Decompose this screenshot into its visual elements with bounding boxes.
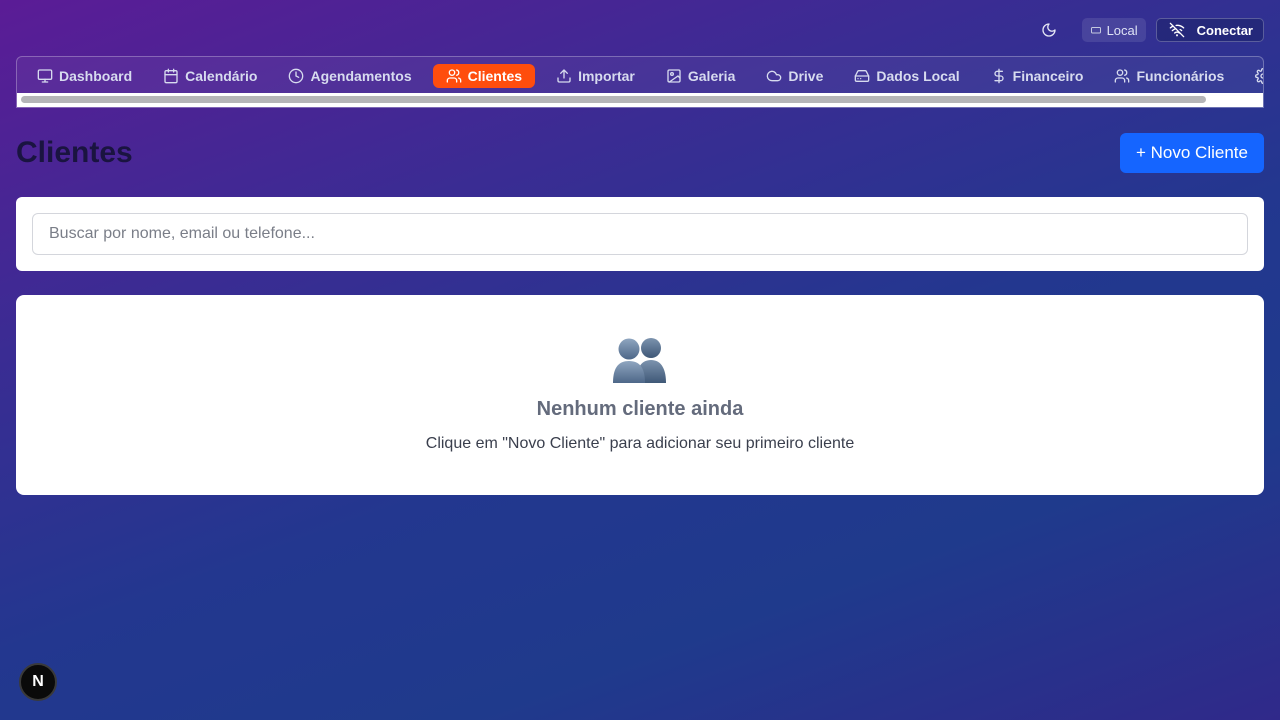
empty-state-title: Nenhum cliente ainda — [536, 398, 744, 420]
nav-item-clientes[interactable]: Clientes — [432, 64, 536, 88]
nav-item-agendamentos[interactable]: Agendamentos — [278, 64, 421, 88]
local-mode-badge[interactable]: Local — [1081, 18, 1146, 42]
nav-bar: Dashboard Calendário Agendamentos Client… — [17, 57, 1263, 95]
upload-icon — [557, 69, 571, 83]
connect-label: Conectar — [1196, 22, 1253, 38]
nav-item-drive[interactable]: Drive — [756, 64, 833, 88]
calendar-icon — [164, 68, 178, 84]
hard-drive-icon — [855, 70, 870, 82]
theme-toggle-button[interactable] — [1038, 19, 1060, 41]
dev-tools-badge[interactable]: N — [19, 663, 57, 701]
monitor-icon — [37, 69, 53, 83]
nav-label: Importar — [578, 68, 635, 84]
users-icon — [1115, 69, 1130, 83]
nav-scrollbar[interactable] — [17, 93, 1263, 107]
gear-icon — [1255, 68, 1263, 84]
search-input[interactable] — [32, 213, 1248, 255]
nav-item-importar[interactable]: Importar — [546, 64, 645, 88]
nav-label: Drive — [788, 68, 824, 84]
nav-item-configuracoes[interactable]: C — [1245, 64, 1263, 88]
nav-item-funcionarios[interactable]: Funcionários — [1104, 64, 1234, 88]
nav-label: Funcionários — [1136, 68, 1225, 84]
local-mode-label: Local — [1106, 22, 1138, 38]
nav-item-galeria[interactable]: Galeria — [656, 64, 745, 88]
nav-item-dashboard[interactable]: Dashboard — [27, 64, 142, 88]
new-client-button[interactable]: + Novo Cliente — [1120, 133, 1264, 173]
top-bar: Local Conectar — [1038, 18, 1264, 42]
users-icon — [610, 335, 670, 388]
nav-item-calendario[interactable]: Calendário — [153, 64, 267, 88]
nav-scrollbar-thumb[interactable] — [21, 96, 1206, 103]
nav-label: Galeria — [687, 68, 736, 84]
page-title: Clientes — [16, 136, 133, 169]
cloud-icon — [767, 70, 782, 82]
nav-item-financeiro[interactable]: Financeiro — [981, 64, 1094, 88]
nav-label: Dados Local — [876, 68, 960, 84]
empty-state-card: Nenhum cliente ainda Clique em "Novo Cli… — [16, 295, 1264, 495]
nav-label: Agendamentos — [310, 68, 412, 84]
image-icon — [667, 69, 681, 83]
nav-label: Calendário — [185, 68, 258, 84]
empty-state-subtitle: Clique em "Novo Cliente" para adicionar … — [425, 435, 855, 452]
connect-button[interactable]: Conectar — [1155, 18, 1264, 42]
wifi-off-icon — [1169, 22, 1184, 38]
hard-drive-icon — [1090, 27, 1101, 34]
nav-label: Financeiro — [1012, 68, 1084, 84]
nav-label: Clientes — [467, 68, 523, 84]
nav-label: Dashboard — [59, 68, 133, 84]
users-icon — [446, 69, 461, 83]
main-navigation: Dashboard Calendário Agendamentos Client… — [16, 56, 1264, 108]
moon-icon — [1041, 23, 1056, 37]
dev-badge-label: N — [32, 673, 44, 690]
search-card — [16, 197, 1264, 271]
nav-item-dados-local[interactable]: Dados Local — [844, 64, 969, 88]
dollar-icon — [993, 68, 1004, 84]
clock-icon — [289, 68, 304, 84]
